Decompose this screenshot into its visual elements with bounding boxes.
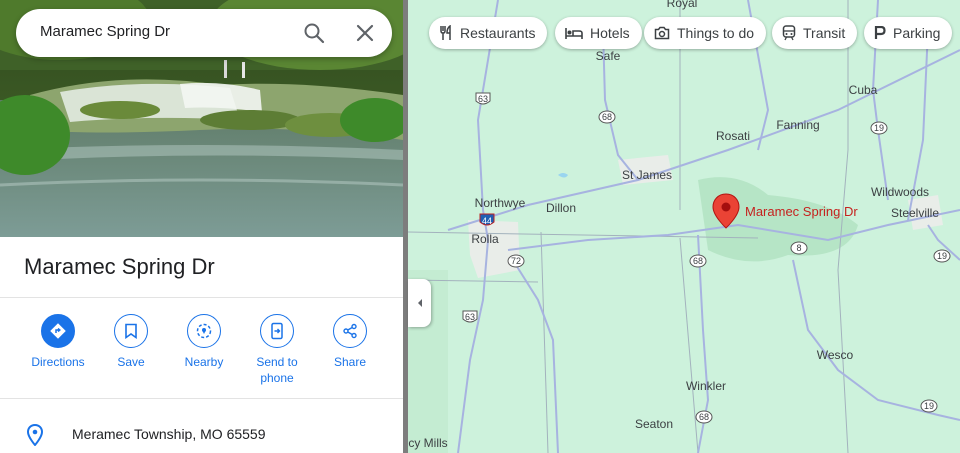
directions-label: Directions bbox=[31, 355, 85, 369]
label-northwye: Northwye bbox=[475, 196, 526, 210]
svg-text:19: 19 bbox=[874, 123, 884, 133]
share-icon bbox=[333, 314, 367, 348]
label-cy-mills: cy Mills bbox=[408, 436, 447, 450]
label-steelville: Steelville bbox=[891, 206, 939, 220]
share-label: Share bbox=[333, 355, 367, 369]
parking-icon bbox=[874, 26, 886, 39]
bookmark-icon bbox=[114, 314, 148, 348]
save-label: Save bbox=[117, 355, 145, 369]
marker-label[interactable]: Maramec Spring Dr bbox=[745, 204, 858, 219]
chip-label: Transit bbox=[803, 25, 846, 41]
svg-text:68: 68 bbox=[602, 112, 612, 122]
chip-hotels[interactable]: Hotels bbox=[555, 17, 642, 49]
water-body bbox=[558, 173, 568, 178]
chip-restaurants[interactable]: Restaurants bbox=[429, 17, 548, 49]
route-shield: 68 bbox=[689, 254, 707, 268]
close-icon[interactable] bbox=[353, 21, 377, 45]
place-panel: Maramec Spring Dr Maramec Spring Dr Dire… bbox=[0, 0, 403, 453]
svg-text:68: 68 bbox=[693, 256, 703, 266]
us-route-shield: 63 bbox=[475, 92, 491, 105]
route-shield: 68 bbox=[598, 110, 616, 124]
search-input[interactable]: Maramec Spring Dr bbox=[40, 23, 170, 40]
chip-parking[interactable]: Parking bbox=[864, 17, 953, 49]
nearby-icon bbox=[187, 314, 221, 348]
nearby-button[interactable]: Nearby bbox=[164, 314, 244, 370]
route-shield: 19 bbox=[933, 249, 951, 263]
chip-label: Hotels bbox=[590, 25, 630, 41]
divider bbox=[0, 398, 403, 399]
address-text[interactable]: Meramec Township, MO 65559 bbox=[72, 426, 266, 442]
svg-text:72: 72 bbox=[511, 256, 521, 266]
send-to-phone-button[interactable]: Send to phone bbox=[237, 314, 317, 386]
route-shield: 19 bbox=[920, 399, 938, 413]
label-rolla: Rolla bbox=[471, 232, 499, 246]
svg-text:44: 44 bbox=[482, 216, 492, 226]
chip-label: Restaurants bbox=[460, 25, 536, 41]
share-button[interactable]: Share bbox=[310, 314, 390, 370]
save-button[interactable]: Save bbox=[91, 314, 171, 370]
restaurant-icon bbox=[440, 25, 451, 40]
route-shield: 68 bbox=[695, 410, 713, 424]
collapse-panel-button[interactable] bbox=[408, 279, 431, 327]
hotel-icon bbox=[565, 28, 583, 39]
label-safe: Safe bbox=[596, 49, 621, 63]
phone-send-icon bbox=[260, 314, 294, 348]
us-route-shield: 63 bbox=[462, 310, 478, 323]
svg-text:63: 63 bbox=[465, 312, 475, 322]
place-title: Maramec Spring Dr bbox=[24, 254, 215, 279]
chip-transit[interactable]: Transit bbox=[772, 17, 858, 49]
svg-text:19: 19 bbox=[924, 401, 934, 411]
svg-text:19: 19 bbox=[937, 251, 947, 261]
interstate-shield: 44 bbox=[479, 213, 495, 226]
label-cuba: Cuba bbox=[849, 83, 878, 97]
route-shield: 8 bbox=[790, 241, 808, 255]
svg-text:8: 8 bbox=[796, 243, 801, 253]
label-wesco: Wesco bbox=[817, 348, 854, 362]
svg-text:68: 68 bbox=[699, 412, 709, 422]
label-winkler: Winkler bbox=[686, 379, 726, 393]
camera-icon bbox=[654, 26, 670, 40]
label-royal: Royal bbox=[667, 0, 698, 10]
chip-label: Things to do bbox=[677, 25, 755, 41]
nearby-label: Nearby bbox=[184, 355, 224, 369]
send-to-phone-label: Send to phone bbox=[256, 355, 298, 385]
search-icon[interactable] bbox=[302, 21, 326, 45]
chip-label: Parking bbox=[893, 25, 941, 41]
route-shield: 72 bbox=[507, 254, 525, 268]
location-pin-icon bbox=[26, 424, 44, 446]
svg-text:63: 63 bbox=[478, 94, 488, 104]
label-st-james: St James bbox=[622, 168, 672, 182]
chevron-left-icon bbox=[417, 299, 422, 307]
chip-things-to-do[interactable]: Things to do bbox=[644, 17, 767, 49]
transit-icon bbox=[782, 25, 796, 41]
divider bbox=[0, 297, 403, 298]
search-box[interactable]: Maramec Spring Dr bbox=[16, 9, 392, 57]
route-shield: 19 bbox=[870, 121, 888, 135]
label-dillon: Dillon bbox=[546, 201, 576, 215]
map-canvas[interactable]: Royal Safe Cuba Rosati Fanning St James … bbox=[408, 0, 960, 453]
label-seaton: Seaton bbox=[635, 417, 673, 431]
label-rosati: Rosati bbox=[716, 129, 750, 143]
directions-button[interactable]: Directions bbox=[18, 314, 98, 370]
label-fanning: Fanning bbox=[776, 118, 819, 132]
directions-icon bbox=[41, 314, 75, 348]
label-wildwoods: Wildwoods bbox=[871, 185, 929, 199]
